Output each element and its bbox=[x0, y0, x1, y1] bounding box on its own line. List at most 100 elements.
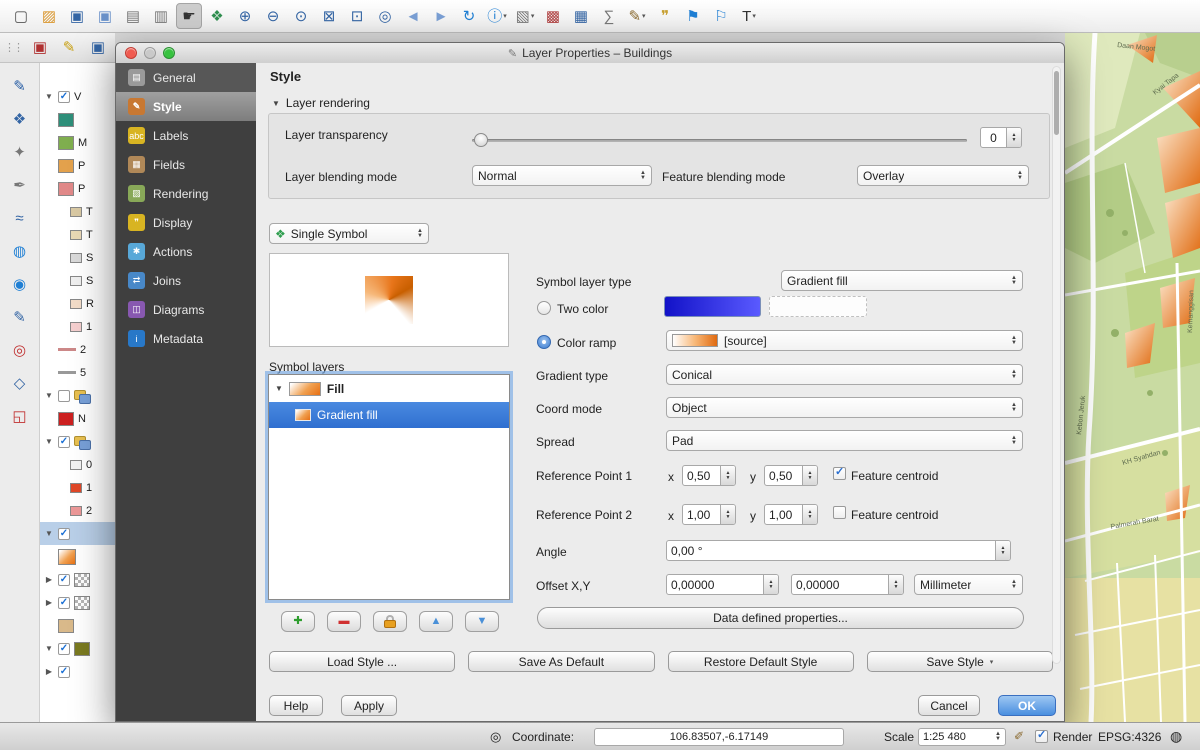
ref1-centroid-checkbox[interactable] bbox=[833, 467, 846, 480]
curve-tool-icon[interactable]: ≈ bbox=[7, 205, 33, 231]
offset-x-spinbox[interactable]: 0,00000 bbox=[666, 574, 779, 595]
refresh-icon[interactable]: ↻ bbox=[456, 3, 482, 29]
web-globe-icon[interactable]: ◍ bbox=[7, 238, 33, 264]
feature-blending-select[interactable]: Overlay bbox=[857, 165, 1029, 186]
folder-open-icon[interactable]: ▨ bbox=[36, 3, 62, 29]
save-as-icon[interactable]: ▣ bbox=[92, 3, 118, 29]
toggle-editing-icon[interactable]: ✎ bbox=[56, 35, 82, 61]
scale-select[interactable]: 1:25 480 bbox=[918, 728, 1006, 746]
load-style-button[interactable]: Load Style ... bbox=[269, 651, 455, 672]
delete-part-icon[interactable]: ◎ bbox=[7, 337, 33, 363]
deselect-icon[interactable]: ▩ bbox=[540, 3, 566, 29]
sidebar-item-labels[interactable]: abcLabels bbox=[116, 121, 256, 150]
save-as-default-button[interactable]: Save As Default bbox=[468, 651, 654, 672]
color-ramp-radio[interactable] bbox=[537, 335, 551, 349]
zoom-native-icon[interactable]: ⊙ bbox=[288, 3, 314, 29]
coordinate-capture-icon[interactable]: ◎ bbox=[490, 729, 501, 745]
zoom-full-icon[interactable]: ⊠ bbox=[316, 3, 342, 29]
edit-vertex-icon[interactable]: ✎ bbox=[7, 304, 33, 330]
zoom-out-icon[interactable]: ⊖ bbox=[260, 3, 286, 29]
stepper-icon[interactable] bbox=[1006, 128, 1021, 147]
sidebar-item-metadata[interactable]: iMetadata bbox=[116, 324, 256, 353]
stepper-icon[interactable] bbox=[888, 575, 903, 594]
layer-rendering-caption[interactable]: ▼ Layer rendering bbox=[272, 96, 370, 110]
data-defined-properties-button[interactable]: Data defined properties... bbox=[537, 607, 1024, 629]
save-style-button[interactable]: Save Style▾ bbox=[867, 651, 1053, 672]
split-features-icon[interactable]: ◇ bbox=[7, 370, 33, 396]
current-edits-icon[interactable]: ▣ bbox=[27, 35, 53, 61]
identify-icon[interactable]: ⓘ▾ bbox=[484, 3, 510, 29]
move-layer-down-button[interactable]: ▼ bbox=[465, 611, 499, 632]
sidebar-item-actions[interactable]: ✱Actions bbox=[116, 237, 256, 266]
tree-item-fill[interactable]: ▼ Fill bbox=[269, 375, 509, 402]
text-annotation-icon[interactable]: T▾ bbox=[736, 3, 762, 29]
restore-default-style-button[interactable]: Restore Default Style bbox=[668, 651, 854, 672]
expander-icon[interactable]: ▼ bbox=[44, 92, 54, 101]
zoom-last-icon[interactable]: ◄ bbox=[400, 3, 426, 29]
collapse-icon[interactable]: ▼ bbox=[272, 99, 280, 108]
offset-curve-icon[interactable]: ◱ bbox=[7, 403, 33, 429]
sidebar-item-rendering[interactable]: ▨Rendering bbox=[116, 179, 256, 208]
sidebar-item-display[interactable]: ❞Display bbox=[116, 208, 256, 237]
expander-icon[interactable]: ▶ bbox=[44, 667, 54, 676]
node-tool-icon[interactable]: ✦ bbox=[7, 139, 33, 165]
symbol-layer-type-select[interactable]: Gradient fill bbox=[781, 270, 1023, 291]
layer-blending-select[interactable]: Normal bbox=[472, 165, 652, 186]
layer-checkbox[interactable]: ✓ bbox=[58, 643, 70, 655]
measure-icon[interactable]: ✎▾ bbox=[624, 3, 650, 29]
layer-checkbox[interactable]: ✓ bbox=[58, 574, 70, 586]
ref1-y-spinbox[interactable]: 0,50 bbox=[764, 465, 818, 486]
move-feature-icon[interactable]: ❖ bbox=[7, 106, 33, 132]
print-composer-icon[interactable]: ▤ bbox=[120, 3, 146, 29]
slider-handle[interactable] bbox=[474, 133, 488, 147]
sidebar-item-general[interactable]: ▤General bbox=[116, 63, 256, 92]
stepper-icon[interactable] bbox=[995, 541, 1010, 560]
stepper-icon[interactable] bbox=[720, 466, 735, 485]
expander-icon[interactable]: ▼ bbox=[44, 391, 54, 400]
stepper-icon[interactable] bbox=[720, 505, 735, 524]
zoom-next-icon[interactable]: ► bbox=[428, 3, 454, 29]
ref2-centroid-checkbox[interactable] bbox=[833, 506, 846, 519]
zoom-to-layer-icon[interactable]: ◎ bbox=[372, 3, 398, 29]
pan-to-selection-icon[interactable]: ❖ bbox=[204, 3, 230, 29]
ref2-y-spinbox[interactable]: 1,00 bbox=[764, 504, 818, 525]
help-button[interactable]: Help bbox=[269, 695, 323, 716]
stepper-icon[interactable] bbox=[802, 505, 817, 524]
attribute-table-icon[interactable]: ▦ bbox=[568, 3, 594, 29]
scrollbar-thumb[interactable] bbox=[1054, 71, 1059, 135]
stepper-icon[interactable] bbox=[763, 575, 778, 594]
save-layer-edits-icon[interactable]: ▣ bbox=[85, 35, 111, 61]
stepper-icon[interactable] bbox=[802, 466, 817, 485]
sidebar-item-style[interactable]: ✎Style bbox=[116, 92, 256, 121]
pen-tool-icon[interactable]: ✒ bbox=[7, 172, 33, 198]
layer-checkbox[interactable]: ✓ bbox=[58, 91, 70, 103]
map-canvas[interactable]: Kyai TapaDaan MogotKemanggisanKH Syahdan… bbox=[1065, 33, 1200, 722]
expander-icon[interactable]: ▼ bbox=[275, 384, 283, 393]
expander-icon[interactable]: ▼ bbox=[44, 529, 54, 538]
layer-checkbox[interactable] bbox=[58, 390, 70, 402]
map-tips-icon[interactable]: ❞ bbox=[652, 3, 678, 29]
layer-checkbox[interactable]: ✓ bbox=[58, 436, 70, 448]
layer-checkbox[interactable]: ✓ bbox=[58, 597, 70, 609]
tree-item-gradient-fill[interactable]: Gradient fill bbox=[269, 402, 509, 428]
field-calculator-icon[interactable]: ∑ bbox=[596, 3, 622, 29]
composer-manager-icon[interactable]: ▥ bbox=[148, 3, 174, 29]
ref2-x-spinbox[interactable]: 1,00 bbox=[682, 504, 736, 525]
spread-select[interactable]: Pad bbox=[666, 430, 1023, 451]
layer-transparency-slider[interactable] bbox=[472, 132, 967, 148]
magnifier-icon[interactable]: ✐ bbox=[1014, 729, 1024, 743]
layer-checkbox[interactable]: ✓ bbox=[58, 528, 70, 540]
sidebar-item-joins[interactable]: ⇄Joins bbox=[116, 266, 256, 295]
angle-spinbox[interactable]: 0,00 ° bbox=[666, 540, 1011, 561]
expander-icon[interactable]: ▶ bbox=[44, 598, 54, 607]
zoom-to-selection-icon[interactable]: ⊡ bbox=[344, 3, 370, 29]
ref1-x-spinbox[interactable]: 0,50 bbox=[682, 465, 736, 486]
sidebar-item-diagrams[interactable]: ◫Diagrams bbox=[116, 295, 256, 324]
color-ramp-select[interactable]: [source] bbox=[666, 330, 1023, 351]
sidebar-item-fields[interactable]: ▦Fields bbox=[116, 150, 256, 179]
expander-icon[interactable]: ▶ bbox=[44, 575, 54, 584]
zoom-window-button[interactable] bbox=[163, 47, 175, 59]
remove-symbol-layer-button[interactable]: ▬ bbox=[327, 611, 361, 632]
file-new-icon[interactable]: ▢ bbox=[8, 3, 34, 29]
toolbar-grip-icon[interactable]: ⋮⋮ bbox=[4, 41, 22, 54]
